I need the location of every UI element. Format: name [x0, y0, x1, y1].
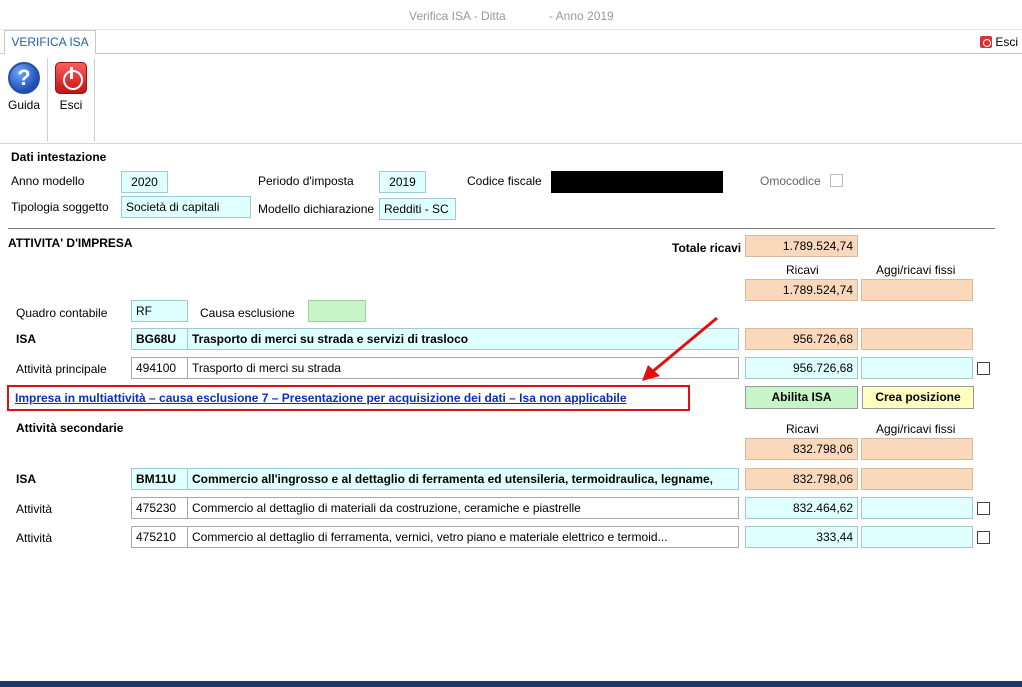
- principale-checkbox[interactable]: [977, 362, 990, 375]
- sec-isa-aggi-field[interactable]: [861, 468, 973, 490]
- sec-row-code-field[interactable]: 475230: [131, 497, 188, 519]
- codice-fiscale-field[interactable]: [551, 171, 723, 193]
- principale-ricavi-field[interactable]: 956.726,68: [745, 357, 858, 379]
- sec-row-checkbox[interactable]: [977, 502, 990, 515]
- omocodice-label: Omocodice: [760, 174, 821, 188]
- principale-code-field[interactable]: 494100: [131, 357, 188, 379]
- sec-row-desc-field[interactable]: Commercio al dettaglio di ferramenta, ve…: [187, 526, 739, 548]
- exit-link[interactable]: Esci: [980, 34, 1018, 50]
- ricavi-field[interactable]: 1.789.524,74: [745, 279, 858, 301]
- tab-verifica-isa[interactable]: VERIFICA ISA: [4, 30, 96, 55]
- exit-button[interactable]: Esci: [51, 62, 91, 112]
- sec-row-checkbox[interactable]: [977, 531, 990, 544]
- window-title: Verifica ISA - Ditta: [409, 9, 506, 23]
- anno-modello-field[interactable]: 2020: [121, 171, 168, 193]
- help-button-label: Guida: [7, 98, 41, 112]
- tipologia-label: Tipologia soggetto: [11, 200, 109, 214]
- window-title-year: - Anno 2019: [549, 9, 614, 23]
- omocodice-checkbox[interactable]: [830, 174, 843, 187]
- isa-code-field[interactable]: BG68U: [131, 328, 188, 350]
- periodo-label: Periodo d'imposta: [258, 174, 354, 188]
- ribbon: ? Guida Esci: [0, 54, 1022, 144]
- annotation-arrow: [642, 316, 718, 381]
- quadro-label: Quadro contabile: [16, 306, 108, 320]
- sec-aggi-header: Aggi/ricavi fissi: [876, 422, 956, 436]
- status-bar: [0, 681, 1022, 687]
- sec-row-aggi-field[interactable]: [861, 497, 973, 519]
- quadro-field[interactable]: RF: [131, 300, 188, 322]
- principale-aggi-field[interactable]: [861, 357, 973, 379]
- exit-button-label: Esci: [59, 98, 83, 112]
- periodo-field[interactable]: 2019: [379, 171, 426, 193]
- divider: [8, 228, 995, 229]
- header-section-title: Dati intestazione: [11, 150, 107, 164]
- sec-row-ricavi-field[interactable]: 832.464,62: [745, 497, 858, 519]
- secondarie-section-title: Attività secondarie: [16, 421, 124, 435]
- title-bar: Verifica ISA - Ditta - Anno 2019: [0, 0, 1022, 30]
- sec-row-label: Attività: [16, 531, 53, 545]
- sec-aggi-field[interactable]: [861, 438, 973, 460]
- isa-ricavi-field[interactable]: 956.726,68: [745, 328, 858, 350]
- sec-isa-code-field[interactable]: BM11U: [131, 468, 188, 490]
- sec-row-desc-field[interactable]: Commercio al dettaglio di materiali da c…: [187, 497, 739, 519]
- exit-link-label: Esci: [995, 35, 1018, 49]
- isa-aggi-field[interactable]: [861, 328, 973, 350]
- ribbon-separator: [94, 58, 95, 142]
- crea-posizione-button[interactable]: Crea posizione: [862, 386, 974, 409]
- principale-label: Attività principale: [16, 362, 107, 376]
- power-icon: [55, 62, 87, 94]
- sec-isa-ricavi-field[interactable]: 832.798,06: [745, 468, 858, 490]
- warning-link[interactable]: Impresa in multiattività – causa esclusi…: [15, 391, 627, 405]
- sec-ricavi-field[interactable]: 832.798,06: [745, 438, 858, 460]
- aggi-header: Aggi/ricavi fissi: [876, 263, 956, 277]
- help-icon: ?: [8, 62, 40, 94]
- causa-field[interactable]: [308, 300, 366, 322]
- totale-ricavi-field[interactable]: 1.789.524,74: [745, 235, 858, 257]
- causa-label: Causa esclusione: [200, 306, 295, 320]
- sec-row-ricavi-field[interactable]: 333,44: [745, 526, 858, 548]
- codice-fiscale-label: Codice fiscale: [467, 174, 542, 188]
- abilita-isa-button[interactable]: Abilita ISA: [745, 386, 858, 409]
- sec-isa-label: ISA: [16, 472, 37, 486]
- modello-label: Modello dichiarazione: [258, 202, 375, 216]
- isa-label: ISA: [16, 332, 37, 346]
- tab-bar: VERIFICA ISA Esci: [0, 30, 1022, 55]
- sec-row-code-field[interactable]: 475210: [131, 526, 188, 548]
- impresa-section-title: ATTIVITA' D'IMPRESA: [8, 236, 133, 250]
- anno-modello-label: Anno modello: [11, 174, 85, 188]
- aggi-field[interactable]: [861, 279, 973, 301]
- ricavi-header: Ricavi: [786, 263, 819, 277]
- sec-ricavi-header: Ricavi: [786, 422, 819, 436]
- modello-field[interactable]: Redditi - SC: [379, 198, 456, 220]
- sec-isa-desc-field[interactable]: Commercio all'ingrosso e al dettaglio di…: [187, 468, 739, 490]
- totale-ricavi-label: Totale ricavi: [672, 241, 742, 255]
- tipologia-field[interactable]: Società di capitali: [121, 196, 251, 218]
- power-icon: [980, 36, 993, 48]
- sec-row-aggi-field[interactable]: [861, 526, 973, 548]
- ribbon-separator: [47, 58, 48, 142]
- help-button[interactable]: ? Guida: [4, 62, 44, 112]
- sec-row-label: Attività: [16, 502, 53, 516]
